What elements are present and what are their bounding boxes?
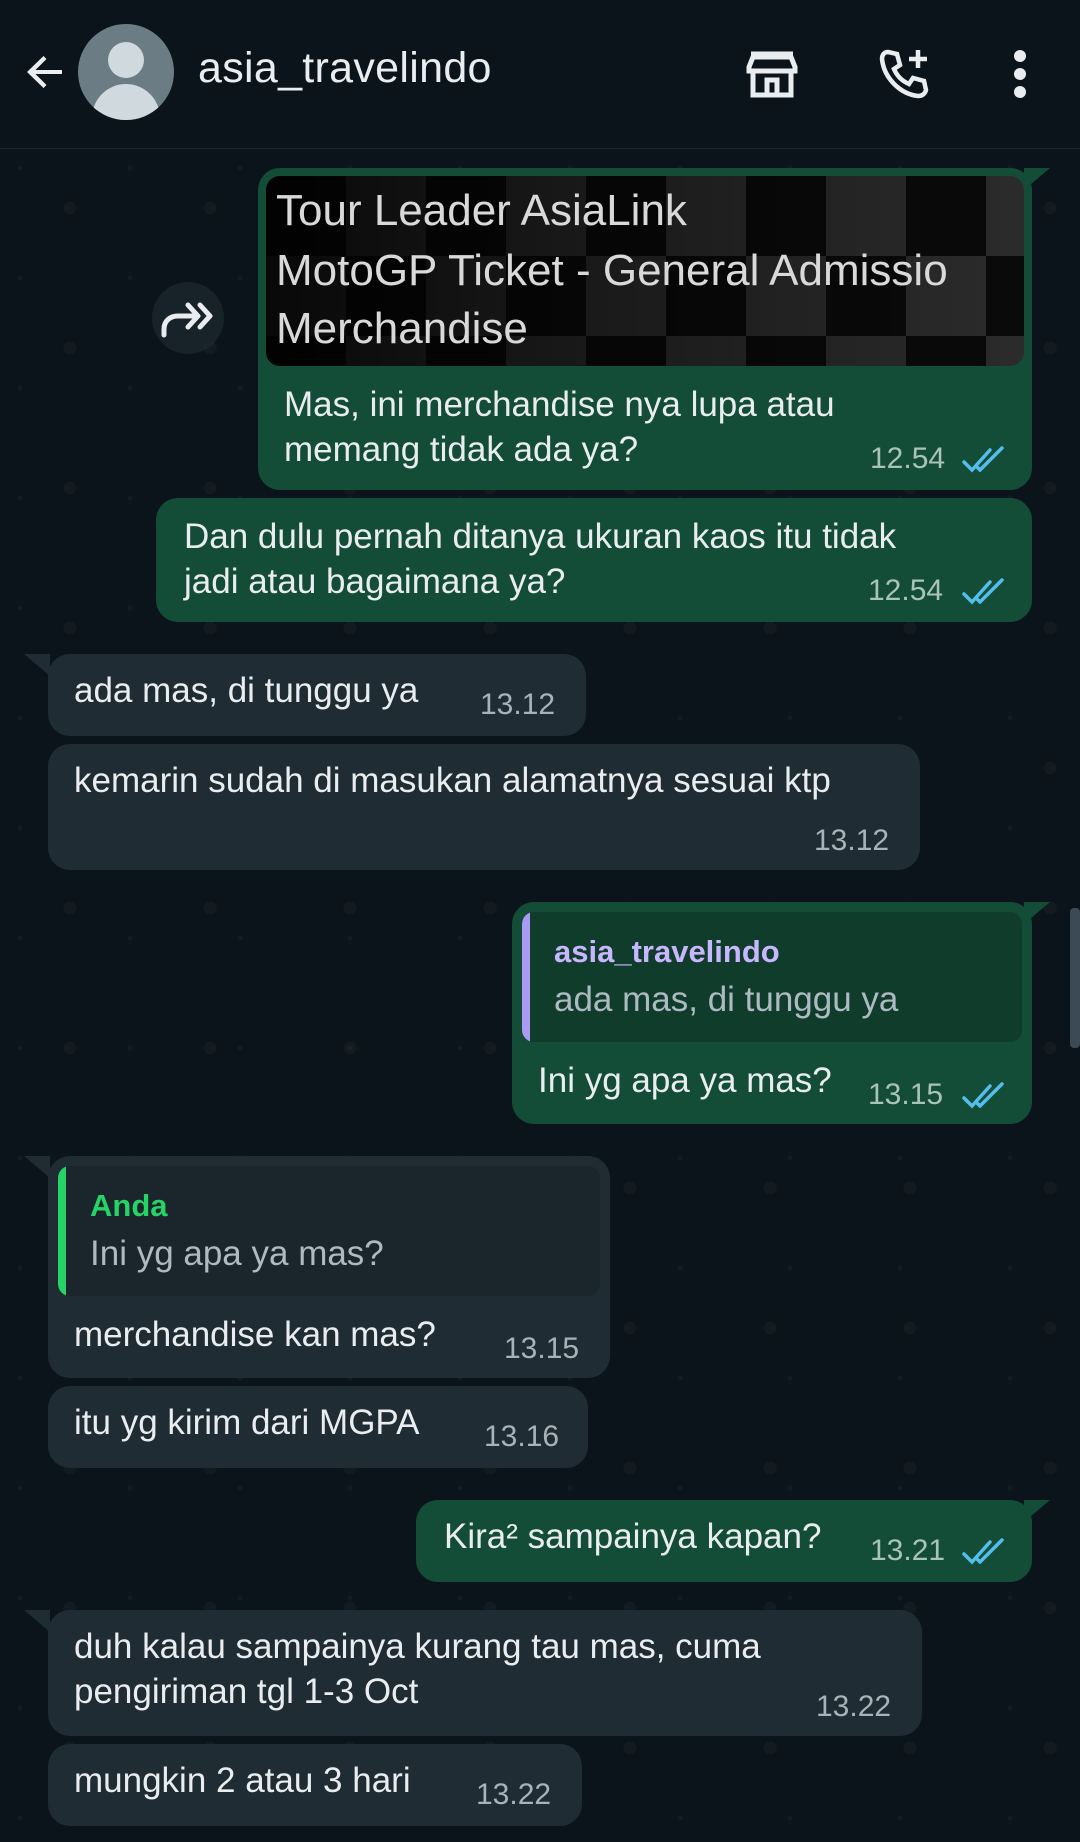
message-text: itu yg kirim dari MGPA	[74, 1403, 420, 1442]
message-text: duh kalau sampainya kurang tau mas, cuma…	[74, 1627, 761, 1711]
forward-icon[interactable]	[152, 282, 224, 354]
message-bubble-incoming[interactable]: ada mas, di tunggu ya 13.12	[48, 654, 586, 736]
more-vertical-icon[interactable]	[990, 44, 1050, 104]
message-bubble-incoming[interactable]: Anda Ini yg apa ya mas? merchandise kan …	[48, 1156, 610, 1378]
media-text-line: Merchandise	[276, 304, 528, 353]
quote-author: asia_travelindo	[554, 934, 780, 969]
message-bubble-outgoing[interactable]: Kira² sampainya kapan? 13.21	[416, 1500, 1032, 1582]
avatar-body-icon	[92, 84, 160, 120]
message-time: 13.21	[870, 1534, 946, 1567]
message-bubble-outgoing[interactable]: asia_travelindo ada mas, di tunggu ya In…	[512, 902, 1032, 1124]
message-bubble-outgoing[interactable]: Tour Leader AsiaLink MotoGP Ticket - Gen…	[258, 168, 1032, 490]
quoted-message[interactable]: asia_travelindo ada mas, di tunggu ya	[522, 912, 1022, 1042]
message-time: 12.54	[868, 574, 944, 607]
bubble-tail	[24, 1156, 50, 1178]
message-time: 13.12	[480, 688, 556, 721]
back-arrow-icon[interactable]	[18, 44, 74, 100]
message-text: Kira² sampainya kapan?	[444, 1517, 822, 1556]
read-ticks-icon	[962, 446, 1010, 479]
bubble-tail	[24, 1610, 50, 1632]
contact-name[interactable]: asia_travelindo	[198, 44, 492, 93]
message-text: Dan dulu pernah ditanya ukuran kaos itu …	[184, 517, 897, 601]
message-time: 13.15	[868, 1078, 944, 1111]
media-text-line: MotoGP Ticket - General Admissio	[276, 246, 948, 295]
quote-bar	[522, 912, 530, 1042]
bubble-tail	[1024, 902, 1050, 924]
message-time: 13.15	[504, 1332, 580, 1365]
message-text: Ini yg apa ya mas?	[538, 1061, 832, 1100]
message-text: mungkin 2 atau 3 hari	[74, 1761, 411, 1800]
media-text-line: Tour Leader AsiaLink	[276, 186, 687, 235]
forwarded-image[interactable]: Tour Leader AsiaLink MotoGP Ticket - Gen…	[266, 176, 1024, 366]
bubble-tail	[1024, 168, 1050, 190]
quote-text: Ini yg apa ya mas?	[90, 1234, 384, 1273]
quoted-message[interactable]: Anda Ini yg apa ya mas?	[58, 1166, 600, 1296]
chat-header: asia_travelindo	[0, 0, 1080, 149]
store-icon[interactable]	[742, 44, 802, 104]
read-ticks-icon	[962, 578, 1010, 611]
message-text: Mas, ini merchandise nya lupa atau meman…	[284, 385, 835, 469]
avatar[interactable]	[78, 24, 174, 120]
message-bubble-outgoing[interactable]: Dan dulu pernah ditanya ukuran kaos itu …	[156, 498, 1032, 622]
avatar-head-icon	[108, 42, 144, 78]
add-call-icon[interactable]	[874, 44, 934, 104]
quote-text: ada mas, di tunggu ya	[554, 980, 899, 1019]
message-time: 13.22	[476, 1778, 552, 1811]
quote-author: Anda	[90, 1188, 168, 1223]
message-bubble-incoming[interactable]: itu yg kirim dari MGPA 13.16	[48, 1386, 588, 1468]
read-ticks-icon	[962, 1082, 1010, 1115]
message-time: 12.54	[870, 442, 946, 475]
bubble-tail	[24, 654, 50, 676]
message-text: ada mas, di tunggu ya	[74, 671, 419, 710]
read-ticks-icon	[962, 1538, 1010, 1571]
quote-bar	[58, 1166, 66, 1296]
scrollbar-thumb[interactable]	[1070, 908, 1080, 1048]
message-bubble-incoming[interactable]: kemarin sudah di masukan alamatnya sesua…	[48, 744, 920, 870]
message-text: kemarin sudah di masukan alamatnya sesua…	[74, 761, 831, 800]
bubble-tail	[1024, 1500, 1050, 1522]
message-bubble-incoming[interactable]: duh kalau sampainya kurang tau mas, cuma…	[48, 1610, 922, 1736]
message-time: 13.12	[814, 824, 890, 857]
message-text: merchandise kan mas?	[74, 1315, 436, 1354]
message-time: 13.16	[484, 1420, 560, 1453]
message-time: 13.22	[816, 1690, 892, 1723]
message-bubble-incoming[interactable]: mungkin 2 atau 3 hari 13.22	[48, 1744, 582, 1826]
